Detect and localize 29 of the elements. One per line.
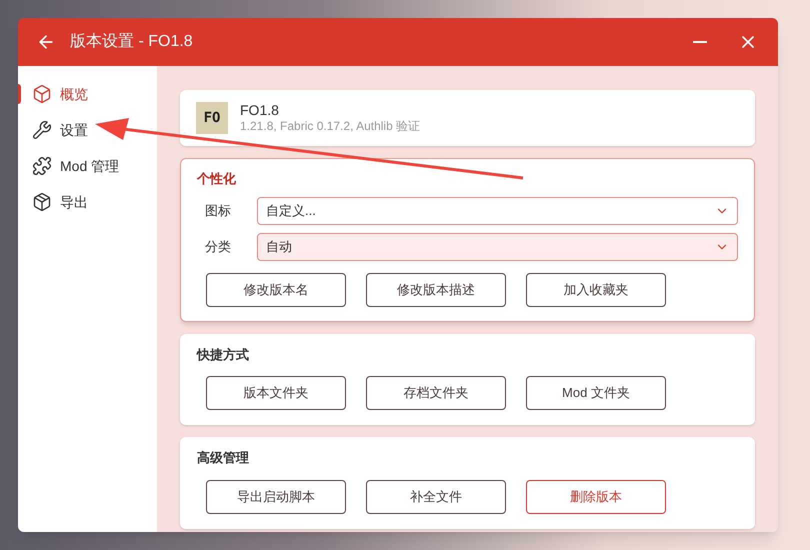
puzzle-icon bbox=[32, 156, 52, 176]
dropdown-field[interactable]: 自动 bbox=[257, 232, 738, 260]
section-title: 个性化 bbox=[197, 170, 237, 188]
dropdown-field[interactable]: 自定义... bbox=[257, 196, 738, 224]
action-button[interactable]: 版本文件夹 bbox=[206, 376, 346, 410]
action-button[interactable]: 补全文件 bbox=[366, 480, 506, 514]
section-title: 高级管理 bbox=[197, 449, 250, 467]
version-icon: FO bbox=[196, 102, 228, 134]
action-button[interactable]: 加入收藏夹 bbox=[526, 272, 666, 306]
version-details: 1.21.8, Fabric 0.17.2, Authlib 验证 bbox=[240, 119, 420, 134]
action-button[interactable]: 修改版本描述 bbox=[366, 272, 506, 306]
field-label: 分类 bbox=[205, 238, 232, 256]
sidebar-item[interactable]: 导出 bbox=[18, 186, 157, 218]
action-button[interactable]: Mod 文件夹 bbox=[526, 376, 666, 410]
minimize-icon bbox=[693, 41, 707, 43]
action-button[interactable]: 删除版本 bbox=[526, 480, 666, 514]
wrench-icon bbox=[32, 120, 52, 140]
version-name: FO1.8 bbox=[240, 102, 280, 120]
cube-icon bbox=[32, 84, 52, 104]
box-icon bbox=[32, 192, 52, 212]
field-label: 图标 bbox=[205, 202, 232, 220]
sidebar-item[interactable]: Mod 管理 bbox=[18, 150, 157, 182]
sidebar-item[interactable]: 概览 bbox=[18, 78, 157, 110]
window-title: 版本设置 - FO1.8 bbox=[70, 32, 193, 52]
sidebar-item[interactable]: 设置 bbox=[18, 114, 157, 146]
action-button[interactable]: 存档文件夹 bbox=[366, 376, 506, 410]
action-button[interactable]: 修改版本名 bbox=[206, 272, 346, 306]
section-title: 快捷方式 bbox=[197, 346, 250, 364]
action-button[interactable]: 导出启动脚本 bbox=[206, 480, 346, 514]
